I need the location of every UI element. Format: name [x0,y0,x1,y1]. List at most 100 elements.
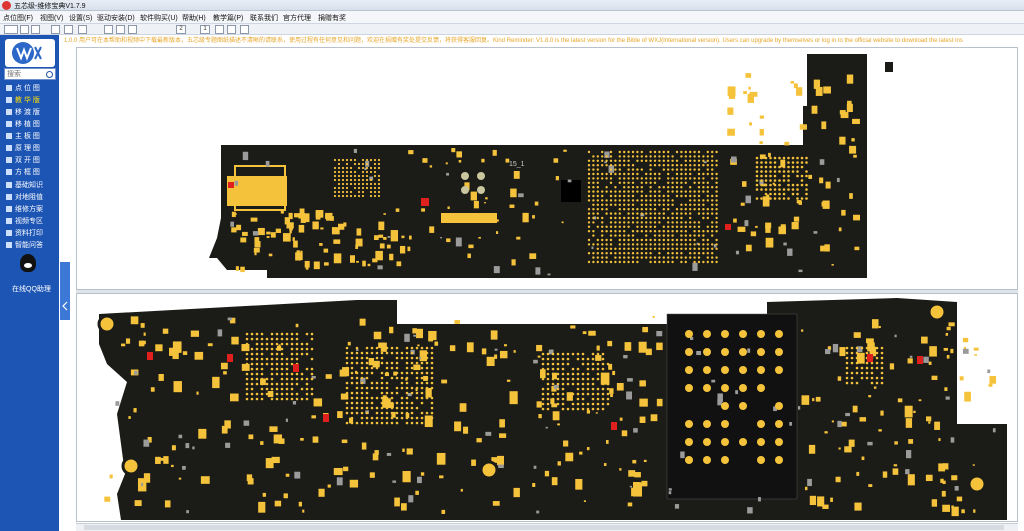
mirror-button[interactable] [240,25,249,34]
pcb-ball [618,164,621,167]
pcb-pad [289,229,292,234]
sidebar-item-schematic[interactable]: 原 理 图 [6,143,40,153]
pcb-ball [715,159,718,162]
pcb-pad [894,334,897,338]
sidebar-item-transfer[interactable]: 移 渡 版 [6,107,40,117]
pcb-ball [640,199,643,202]
sidebar-item-mainboard[interactable]: 主 板 图 [6,131,40,141]
pcb-ball [373,190,377,194]
pcb-ball [341,194,345,198]
sidebar-item-dual[interactable]: 双 开 图 [6,155,40,165]
pcb-pad [871,319,879,329]
menu-item-tutorial[interactable]: 教学篇(P) [213,13,243,23]
pcb-ball [645,208,648,211]
rotate-button[interactable] [78,25,87,34]
menu-item-purchase[interactable]: 软件购买(U) [140,13,178,23]
pcb-ball [865,376,869,380]
pcb-pad [742,181,747,187]
horizontal-scrollbar[interactable] [76,523,1018,531]
forward-button[interactable] [128,25,137,34]
pcb-ball [653,159,657,162]
pcb-ball [601,194,604,198]
sidebar-item-label: 智能问答 [15,242,43,249]
sidebar-item-pointmap[interactable]: 点 位 图 [6,83,40,93]
pcb-pad [642,326,649,333]
text-button[interactable] [51,25,60,34]
scrollbar-thumb[interactable] [84,525,1004,530]
sidebar-item-porting[interactable]: 移 植 图 [6,119,40,129]
pcb-ball [546,377,550,381]
zoom-level-button[interactable]: 1 [200,25,210,34]
pcb-pad [495,231,499,234]
sidebar-item-basics[interactable]: 基础知识 [6,180,43,190]
search-icon[interactable] [46,71,53,78]
print-button[interactable] [227,25,236,34]
sidebar-item-qa[interactable]: 智能问答 [6,240,43,250]
open-button[interactable] [20,25,29,34]
pcb-ball [703,366,711,374]
sidebar-item-teach[interactable]: 教 华 版 [6,95,40,105]
pcb-pad [510,188,517,198]
pcb-ball [345,166,349,170]
pcb-ball [592,203,595,206]
page-button[interactable]: 2 [176,25,186,34]
pcb-ball [706,230,709,233]
sidebar-item-repair[interactable]: 维修方案 [6,204,43,214]
pcb-pad [241,363,250,371]
pcb-board-top[interactable]: 15_1 [77,48,1018,290]
mount-hole [461,186,469,194]
menu-item-view[interactable]: 视图(V) [40,13,63,23]
pcb-ball [755,170,759,173]
fit-button[interactable] [215,25,224,34]
sidebar-item-blockdiagram[interactable]: 方 框 图 [6,167,40,177]
pcb-ball [697,150,701,154]
pcb-ball [280,387,284,391]
board-view-bottom[interactable] [76,293,1018,522]
menu-item-donate[interactable]: 捐赠有奖 [318,13,346,23]
pcb-ball [631,168,635,171]
pcb-ball [275,387,279,391]
pcb-pad [596,345,600,351]
pcb-ball [649,159,652,162]
pcb-ball [390,391,394,395]
pcb-ball [587,181,591,184]
pcb-ball [860,366,864,370]
pcb-pad [938,438,941,442]
zoom-button[interactable] [64,25,73,34]
new-button[interactable] [4,25,18,34]
pcb-pad [178,434,183,439]
pcb-pad [446,172,449,176]
menu-item-help[interactable]: 帮助(H) [182,13,206,23]
pcb-ball [711,208,714,211]
menu-item-driver[interactable]: 驱动安装(D) [97,13,135,23]
pcb-pad [312,221,319,230]
pcb-ball [587,159,591,162]
sidebar-item-video[interactable]: 视频专区 [6,216,43,226]
menu-item-pointmap[interactable]: 点位图(F) [3,13,33,23]
pcb-ball [778,188,781,191]
pcb-pad [868,395,872,398]
sidebar-collapse-tab[interactable] [60,262,70,320]
sidebar-item-print[interactable]: 资料打印 [6,228,43,238]
pcb-ball [390,416,394,420]
sidebar-item-resistance[interactable]: 对地阻值 [6,192,43,202]
board-view-top[interactable]: 15_1 [76,47,1018,290]
pcb-board-bottom[interactable] [77,294,1018,522]
refresh-button[interactable] [116,25,125,34]
pcb-ball [649,230,652,233]
bold-button[interactable] [31,25,40,34]
pcb-ball [775,420,783,428]
pcb-ball [295,357,299,361]
back-button[interactable] [104,25,113,34]
menu-item-settings[interactable]: 设置(S) [69,13,92,23]
pcb-ball [405,371,409,375]
pcb-ball [865,351,869,355]
menu-item-agent[interactable]: 官方代理 [283,13,311,23]
qq-penguin-icon[interactable] [20,254,36,272]
pcb-pad [950,348,954,354]
pcb-ball [618,155,621,158]
menu-item-contact[interactable]: 联系我们 [250,13,278,23]
search-input[interactable] [7,70,47,79]
qq-assistant-label[interactable]: 在线QQ助理 [12,284,51,294]
pcb-ball [760,161,763,164]
